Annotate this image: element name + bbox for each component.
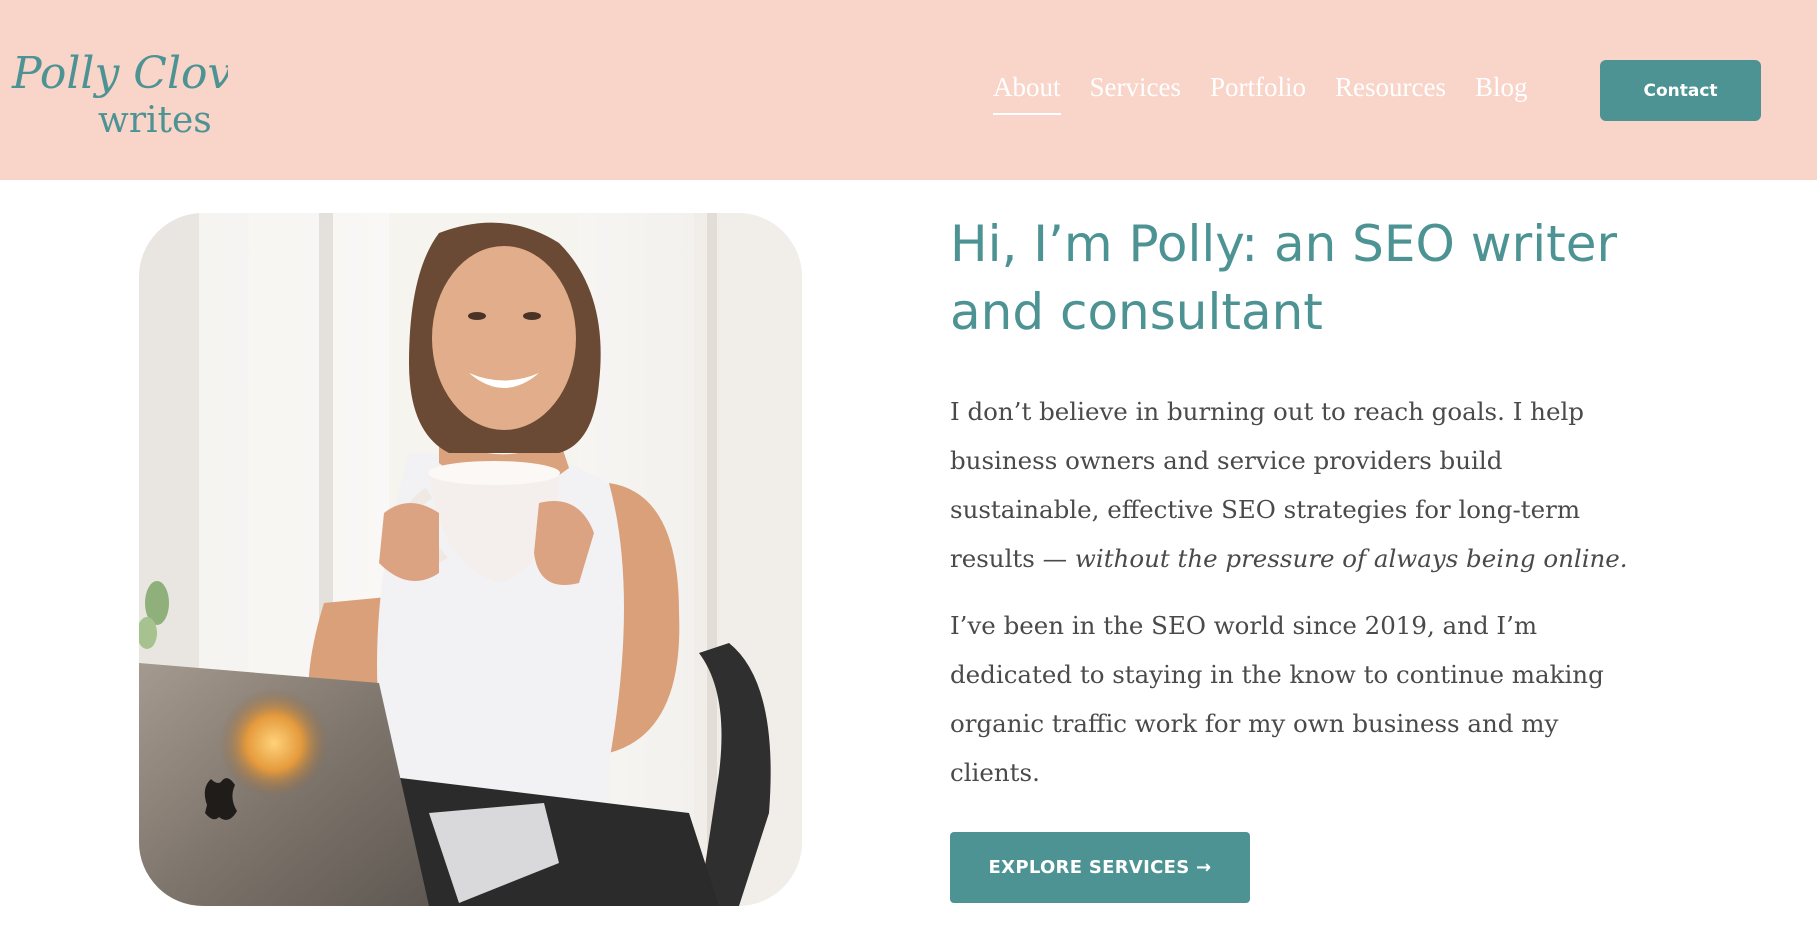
nav-resources[interactable]: Resources — [1335, 72, 1446, 113]
main-nav: About Services Portfolio Resources Blog — [993, 72, 1556, 116]
logo-line2: writes — [98, 100, 212, 140]
site-logo[interactable]: Polly Clover writes — [8, 36, 228, 140]
hero-intro-paragraph: I don’t believe in burning out to reach … — [950, 387, 1650, 583]
hero-experience-paragraph: I’ve been in the SEO world since 2019, a… — [950, 611, 1604, 787]
profile-photo — [139, 213, 802, 906]
nav-services[interactable]: Services — [1090, 72, 1181, 113]
nav-blog[interactable]: Blog — [1475, 72, 1528, 113]
nav-about[interactable]: About — [993, 72, 1061, 115]
logo-line1: Polly Clover — [11, 48, 228, 99]
explore-services-button[interactable]: EXPLORE SERVICES → — [950, 832, 1250, 903]
contact-button[interactable]: Contact — [1600, 60, 1761, 121]
hero-headline: Hi, I’m Polly: an SEO writer and consult… — [950, 215, 1618, 341]
intro-emphasis: without the pressure of always being onl… — [1074, 544, 1628, 573]
site-header: Polly Clover writes About Services Portf… — [0, 0, 1817, 180]
nav-portfolio[interactable]: Portfolio — [1210, 72, 1306, 113]
